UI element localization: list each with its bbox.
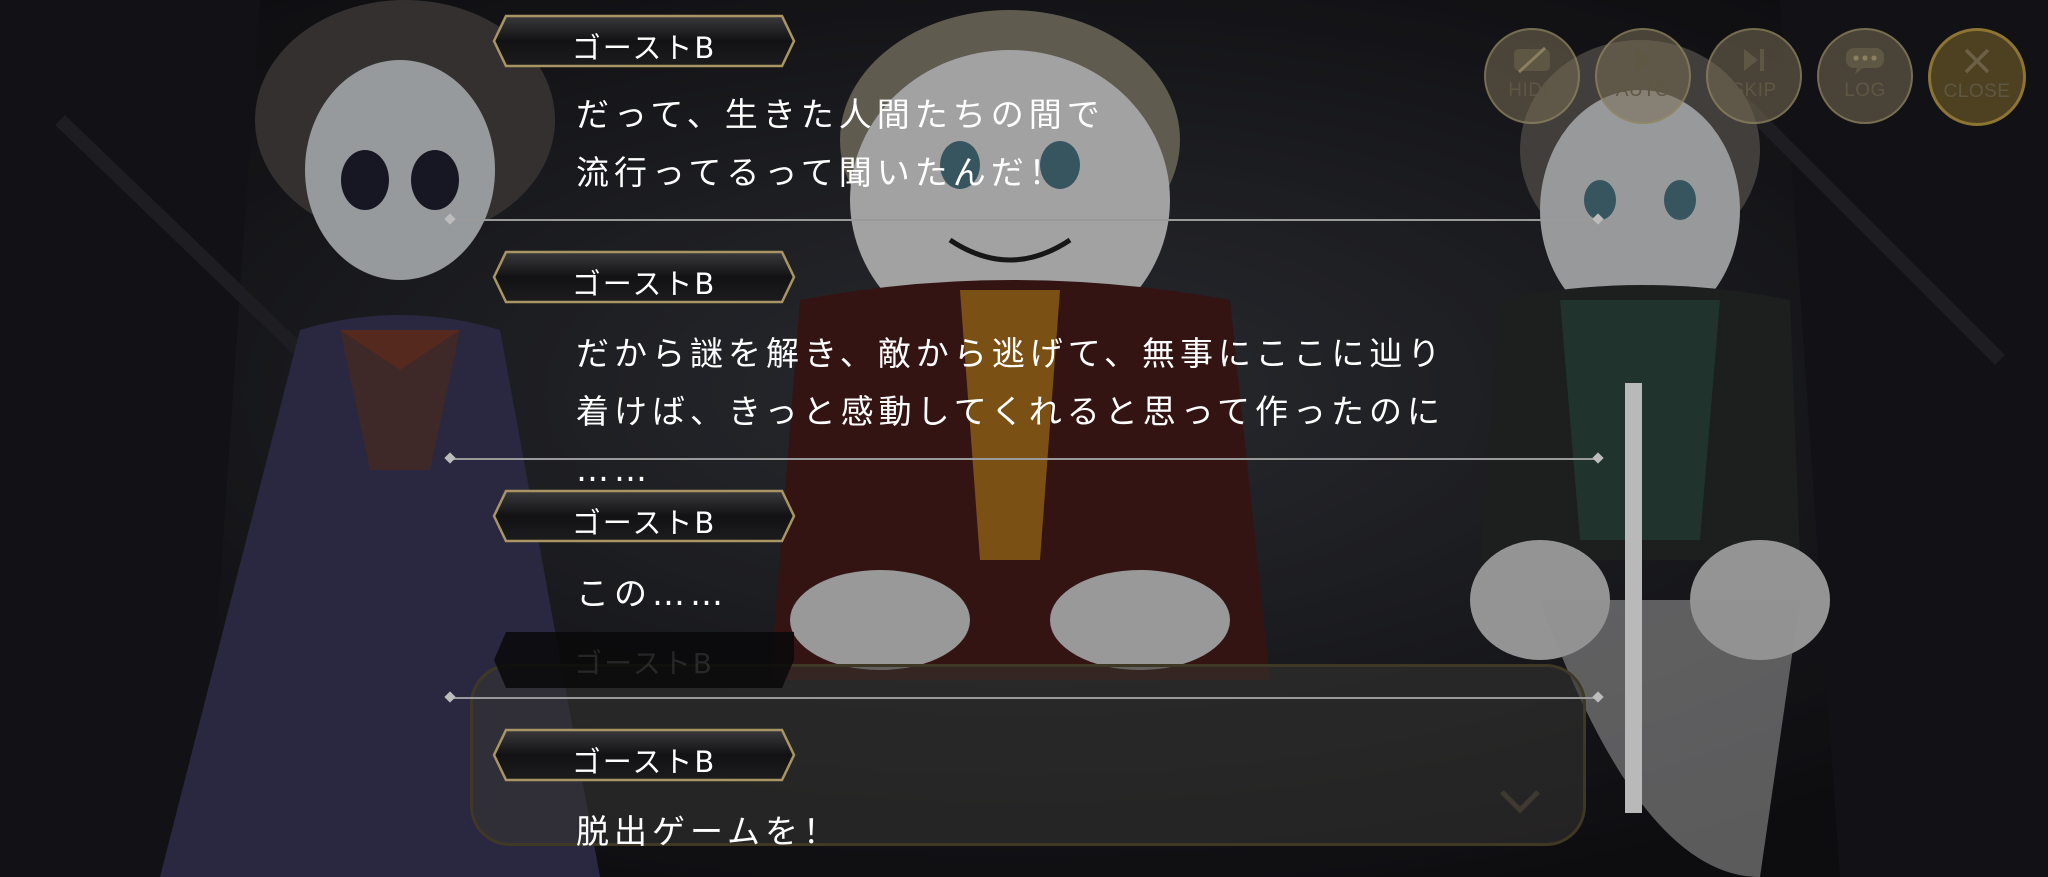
hide-label: HIDE — [1508, 80, 1556, 101]
log-separator — [448, 697, 1600, 699]
hide-button[interactable]: HIDE — [1484, 28, 1580, 124]
skip-button[interactable]: SKIP — [1706, 28, 1802, 124]
speaker-nameplate: ゴーストB — [492, 250, 796, 304]
log-message: この…… — [576, 574, 728, 613]
log-message: だから謎を解き、敵から逃げて、無事にここに辿り 着けば、きっと感動してくれると思… — [576, 334, 1446, 489]
auto-label: AUTO — [1615, 80, 1671, 101]
skip-label: SKIP — [1731, 80, 1777, 101]
log-button[interactable]: LOG — [1817, 28, 1913, 124]
skip-icon — [1744, 49, 1764, 71]
close-label: CLOSE — [1943, 81, 2011, 102]
speaker-nameplate: ゴーストB — [492, 489, 796, 543]
log-separator — [448, 458, 1600, 460]
message-window-nameplate: ゴーストB — [494, 632, 794, 688]
speaker-nameplate: ゴーストB — [492, 14, 796, 68]
speaker-nameplate: ゴーストB — [492, 728, 796, 782]
log-separator — [448, 219, 1600, 221]
speaker-name: ゴーストB — [571, 745, 717, 779]
hide-icon — [1514, 46, 1550, 74]
auto-button[interactable]: AUTO — [1595, 28, 1691, 124]
log-chat-icon — [1846, 48, 1884, 74]
speaker-name: ゴーストB — [571, 506, 717, 540]
log-message: 脱出ゲームを！ — [576, 812, 842, 851]
close-button[interactable]: CLOSE — [1928, 28, 2026, 126]
speaker-name: ゴーストB — [571, 31, 717, 65]
log-label: LOG — [1844, 80, 1886, 101]
speaker-name: ゴーストB — [571, 267, 717, 301]
play-icon — [1635, 48, 1652, 72]
log-scrollbar[interactable] — [1625, 383, 1642, 813]
log-message: だって、生きた人間たちの間で 流行ってるって聞いたんだ！ — [576, 95, 1105, 192]
close-icon — [1964, 48, 1990, 74]
advance-arrow-icon — [1500, 790, 1540, 814]
message-window-speaker: ゴーストB — [574, 647, 714, 680]
